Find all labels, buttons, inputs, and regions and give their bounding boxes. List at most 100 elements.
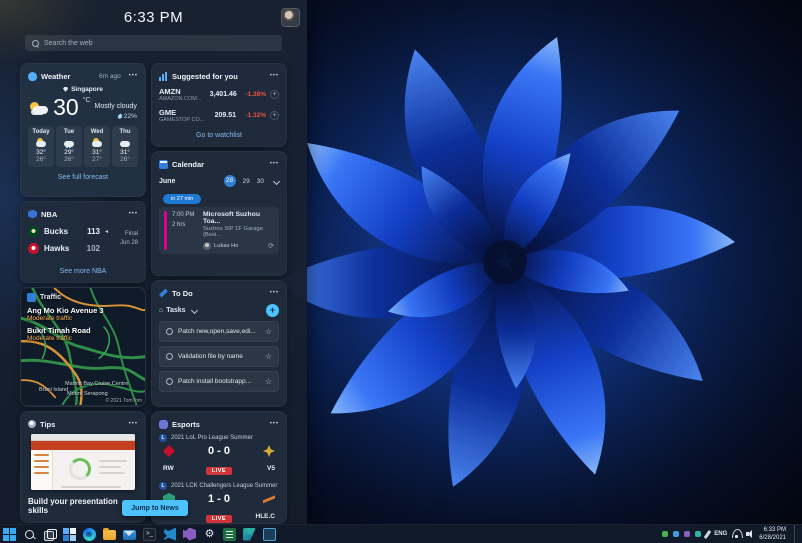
calendar-event[interactable]: 7:00 PM 2 hrs Microsoft Suzhou Toa... Su… [159,207,279,254]
weather-widget[interactable]: Weather 6m ago ••• Singapore 30 °C Mostl… [20,63,146,197]
visual-studio-icon[interactable] [183,527,196,541]
bucks-logo-icon [28,226,39,237]
bar-chart-icon [159,71,168,81]
chevron-down-icon[interactable] [190,306,198,315]
nba-menu-button[interactable]: ••• [129,209,138,219]
forecast-day[interactable]: Wed 31° 27° [84,126,110,167]
todo-task[interactable]: Patch install bootstrapp... ☆ [159,371,279,392]
panel-clock: 6:33 PM [123,9,184,26]
event-duration: 2 hrs [172,221,186,228]
hle-team-logo-icon [263,495,275,504]
widgets-icon[interactable] [63,527,76,541]
task-checkbox[interactable] [166,378,173,385]
taskbar-clock[interactable]: 6:33 PM 6/28/2021 [759,526,786,543]
traffic-widget[interactable]: Traffic Ang Mo Kio Avenue 3 Moderate tra… [20,287,146,407]
event-color-bar [164,211,167,250]
forecast-day[interactable]: Thu 31° 26° [112,126,138,167]
weather-menu-button[interactable]: ••• [129,71,138,81]
stock-row[interactable]: GME GAMESTOP CO... 209.51 -1.32% + [159,108,279,123]
task-view-icon[interactable] [43,528,57,541]
edge-icon[interactable] [83,527,96,541]
add-task-button[interactable]: + [266,304,279,317]
terminal-icon[interactable]: >_ [143,527,156,541]
profile-avatar[interactable] [281,8,300,27]
pen-tray-icon[interactable] [703,529,712,539]
precip-chance: 22% [123,113,137,120]
recurring-icon: ⟳ [268,243,274,250]
forecast-day[interactable]: Today 32° 26° [28,126,54,167]
nba-icon [28,209,37,219]
stock-row[interactable]: AMZN AMAZON.COM... 3,401.46 -1.38% + [159,87,279,102]
file-explorer-icon[interactable] [103,528,116,540]
weather-icon [28,71,37,81]
network-icon[interactable] [732,528,744,538]
power-automate-icon[interactable] [243,527,256,541]
settings-gear-icon[interactable]: ⚙ [203,528,216,541]
chevron-down-icon[interactable] [272,177,281,185]
todo-widget[interactable]: To Do ••• ⌂ Tasks + Patch new,open,save,… [151,280,287,407]
search-icon[interactable] [23,528,36,541]
search-placeholder: Search the web [44,39,93,47]
star-icon[interactable]: ☆ [265,377,272,386]
mail-icon[interactable] [123,530,136,540]
tray-icon[interactable] [695,531,702,537]
calendar-date[interactable]: 29 [243,178,250,185]
temp-unit: °C [82,97,91,104]
tray-date: 6/28/2021 [759,535,786,541]
current-temp: 30 [53,94,79,120]
esports-menu-button[interactable]: ••• [270,419,279,429]
search-input[interactable]: Search the web [25,35,282,51]
tray-icon[interactable] [673,531,680,537]
calendar-date[interactable]: 30 [257,178,264,185]
tray-icon[interactable] [684,531,691,537]
esports-match[interactable]: L 2021 LoL Pro League Summer 0 - 0 RW LI… [159,434,279,477]
event-time: 7:00 PM [172,212,195,218]
calendar-widget[interactable]: Calendar ••• June 28 29 30 in 27 min 7:0… [151,151,287,276]
tray-icon[interactable] [662,531,669,537]
tips-title: Tips [40,419,56,429]
tips-menu-button[interactable]: ••• [129,419,138,429]
see-more-nba-link[interactable]: See more NBA [28,268,138,275]
calendar-menu-button[interactable]: ••• [270,159,279,169]
see-full-forecast-link[interactable]: See full forecast [28,174,138,181]
star-icon[interactable]: ☆ [265,352,272,361]
stocks-widget[interactable]: Suggested for you ••• AMZN AMAZON.COM...… [151,63,287,147]
task-checkbox[interactable] [166,328,173,335]
virtual-machine-icon[interactable] [263,527,276,541]
star-icon[interactable]: ☆ [265,327,272,336]
weather-updated: 6m ago [99,72,121,80]
stocks-menu-button[interactable]: ••• [270,71,279,81]
todo-task[interactable]: Validation file by name ☆ [159,346,279,367]
go-to-watchlist-link[interactable]: Go to watchlist [159,132,279,139]
excel-icon[interactable] [223,527,236,541]
rw-team-logo-icon [163,445,175,457]
add-to-watchlist-button[interactable]: + [270,90,279,99]
rain-icon [63,138,75,148]
forecast-day[interactable]: Tue 29° 26° [56,126,82,167]
language-indicator[interactable]: ENG [714,531,727,537]
show-desktop-button[interactable] [794,524,797,543]
map-label: Mount Serapong [67,391,108,397]
vscode-icon[interactable] [163,527,176,541]
volume-icon[interactable] [746,530,754,538]
jump-to-news-button[interactable]: Jump to News [122,500,188,516]
league-icon: L [159,434,167,442]
calendar-title: Calendar [172,159,205,169]
map-label: Brani Island [39,387,69,393]
calendar-date-selected[interactable]: 28 [223,175,236,187]
home-icon: ⌂ [159,307,164,314]
partly-sunny-icon [91,138,103,147]
todo-menu-button[interactable]: ••• [270,288,279,298]
todo-task[interactable]: Patch new,open,save,edi... ☆ [159,321,279,342]
start-icon[interactable] [3,527,16,541]
add-to-watchlist-button[interactable]: + [270,111,279,120]
event-countdown-badge: in 27 min [163,194,202,204]
nba-widget[interactable]: NBA ••• Bucks 113 ◂ Hawks 102 Final Jun … [20,201,146,283]
hawks-logo-icon [28,243,39,254]
traffic-icon [27,293,36,302]
nba-title: NBA [41,209,58,219]
task-checkbox[interactable] [166,353,173,360]
live-badge: LIVE [205,515,233,523]
stocks-title: Suggested for you [172,71,238,81]
map-copyright: © 2021 TomTom [105,398,142,404]
